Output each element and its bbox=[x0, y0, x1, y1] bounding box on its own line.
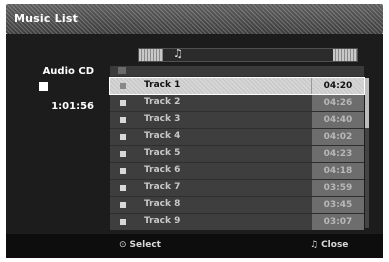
title-bar: Music List bbox=[6, 4, 383, 34]
track-row[interactable]: Track 6 04:18 bbox=[110, 163, 364, 179]
disc-info: Audio CD 1:01:56 bbox=[6, 34, 106, 234]
track-icon bbox=[120, 83, 126, 89]
track-row[interactable]: Track 8 03:45 bbox=[110, 197, 364, 213]
music-list-button-icon: ♫ bbox=[310, 240, 319, 250]
track-icon bbox=[120, 185, 126, 191]
list-header-icon bbox=[118, 67, 126, 74]
enter-button-icon: ⊙ bbox=[119, 240, 127, 250]
track-time: 04:18 bbox=[312, 163, 364, 179]
track-row[interactable]: Track 4 04:02 bbox=[110, 129, 364, 145]
music-note-icon: ♫ bbox=[173, 47, 183, 60]
track-time: 03:59 bbox=[312, 180, 364, 196]
total-time: 1:01:56 bbox=[51, 101, 94, 112]
track-row[interactable]: Track 5 04:23 bbox=[110, 146, 364, 162]
track-icon bbox=[120, 168, 126, 174]
track-icon bbox=[120, 202, 126, 208]
select-hint[interactable]: ⊙ Select bbox=[119, 240, 161, 250]
track-row[interactable]: Track 2 04:26 bbox=[110, 95, 364, 111]
track-name: Track 7 bbox=[144, 182, 181, 192]
track-time: 04:20 bbox=[311, 78, 364, 94]
track-name: Track 5 bbox=[144, 148, 181, 158]
track-name: Track 2 bbox=[144, 97, 181, 107]
track-name: Track 9 bbox=[144, 216, 181, 226]
track-icon bbox=[120, 134, 126, 140]
track-icon bbox=[120, 100, 126, 106]
window-title: Music List bbox=[14, 12, 79, 25]
folder-bar-left-tag bbox=[139, 49, 163, 61]
track-name: Track 6 bbox=[144, 165, 181, 175]
track-name: Track 3 bbox=[144, 114, 181, 124]
music-list-screen: Music List Audio CD 1:01:56 ♫ Track 1 04… bbox=[0, 0, 389, 262]
stop-icon bbox=[39, 82, 48, 91]
track-icon bbox=[120, 219, 126, 225]
track-list: Track 1 04:20 Track 2 04:26 Track 3 04:4… bbox=[109, 66, 365, 230]
track-row[interactable]: Track 9 03:07 bbox=[110, 214, 364, 230]
track-time: 04:26 bbox=[312, 95, 364, 111]
track-row[interactable]: Track 1 04:20 bbox=[109, 77, 365, 95]
main-panel: Audio CD 1:01:56 ♫ Track 1 04:20 Track 2… bbox=[6, 34, 383, 234]
scrollbar-thumb[interactable] bbox=[365, 78, 369, 128]
track-icon bbox=[120, 151, 126, 157]
list-header bbox=[110, 66, 364, 76]
close-hint[interactable]: ♫ Close bbox=[310, 240, 348, 250]
track-icon bbox=[120, 117, 126, 123]
select-label: Select bbox=[129, 240, 161, 250]
track-name: Track 1 bbox=[144, 80, 181, 90]
track-name: Track 4 bbox=[144, 131, 181, 141]
close-label: Close bbox=[321, 240, 349, 250]
track-time: 04:40 bbox=[312, 112, 364, 128]
track-name: Track 8 bbox=[144, 199, 181, 209]
track-time: 03:45 bbox=[312, 197, 364, 213]
folder-bar: ♫ bbox=[138, 47, 358, 62]
track-time: 04:02 bbox=[312, 129, 364, 145]
track-row[interactable]: Track 7 03:59 bbox=[110, 180, 364, 196]
track-row[interactable]: Track 3 04:40 bbox=[110, 112, 364, 128]
source-label: Audio CD bbox=[42, 66, 94, 77]
track-time: 03:07 bbox=[312, 214, 364, 230]
scrollbar[interactable] bbox=[365, 78, 369, 228]
track-time: 04:23 bbox=[312, 146, 364, 162]
footer-hints: ⊙ Select ♫ Close bbox=[6, 234, 383, 258]
folder-bar-right-tag bbox=[333, 49, 357, 61]
